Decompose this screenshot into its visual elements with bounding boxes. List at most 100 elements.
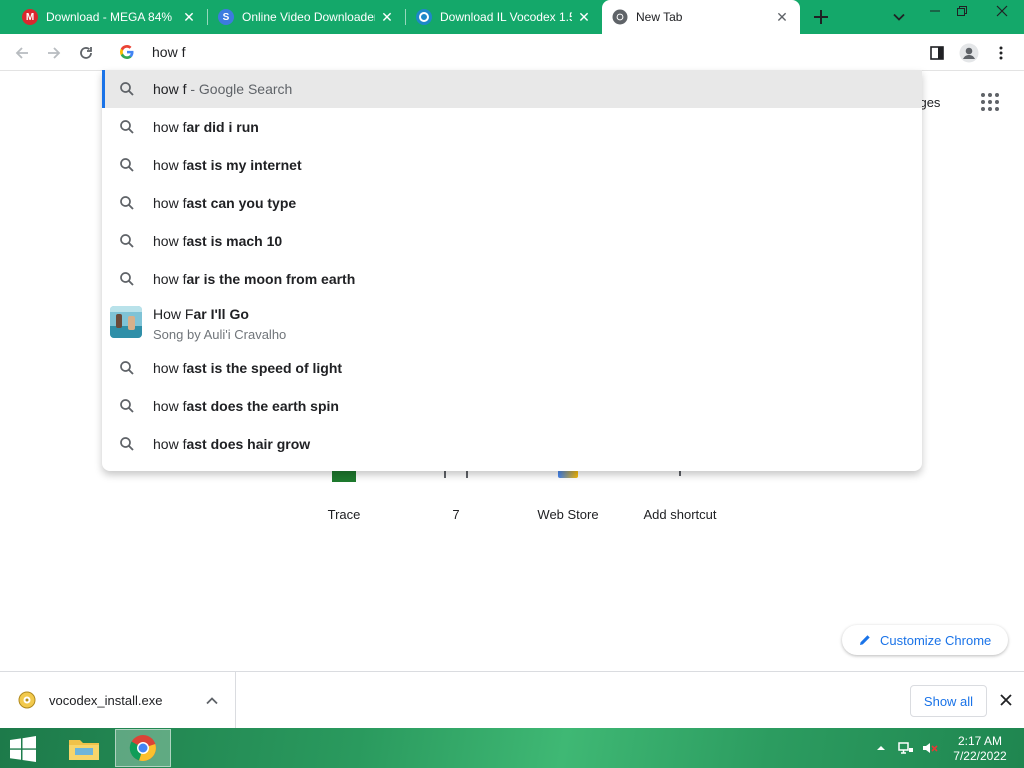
mega-icon: M (22, 9, 38, 25)
search-icon (119, 398, 135, 414)
google-icon (119, 44, 135, 65)
download-item[interactable]: vocodex_install.exe (0, 672, 236, 729)
google-apps-button[interactable] (978, 90, 1002, 114)
chrome-icon (612, 9, 628, 25)
tab-vocodex-download[interactable]: Download IL Vocodex 1.5 ✕ (406, 0, 602, 34)
suggestion-text: how fast can you type (153, 195, 297, 211)
pencil-icon (858, 633, 872, 647)
tab-search-button[interactable] (890, 8, 908, 26)
suggestion-entity[interactable]: How Far I'll Go Song by Auli'i Cravalho (102, 298, 922, 354)
profile-button[interactable] (958, 42, 980, 64)
suggestion-search-google[interactable]: how f - Google Search (102, 70, 922, 108)
taskbar-chrome[interactable] (115, 729, 171, 767)
chrome-icon (129, 735, 156, 762)
taskbar-clock[interactable]: 2:17 AM 7/22/2022 (948, 734, 1012, 764)
suggestion-item[interactable]: how fast is my internet (102, 146, 922, 184)
avatar-icon (959, 43, 979, 63)
vocodex-icon (416, 9, 432, 25)
folder-icon (69, 740, 99, 760)
network-icon[interactable] (898, 740, 914, 756)
shortcut-label-7[interactable]: 7 (400, 507, 512, 522)
suggestion-text: how fast is mach 10 (153, 233, 283, 249)
start-button[interactable] (8, 736, 38, 762)
tab-mega-download[interactable]: M Download - MEGA 84% ✕ (12, 0, 207, 34)
close-window-button[interactable] (980, 0, 1024, 22)
back-button[interactable] (9, 40, 35, 66)
restore-button[interactable] (947, 0, 977, 22)
search-icon (119, 195, 135, 211)
shortcut-label-add[interactable]: Add shortcut (624, 507, 736, 522)
tab-title: Online Video Downloader (242, 10, 375, 24)
tab-close-icon[interactable]: ✕ (774, 9, 790, 25)
tab-close-icon[interactable]: ✕ (576, 9, 592, 25)
suggestion-item[interactable]: how far is the moon from earth (102, 260, 922, 298)
shortcut-label-trace[interactable]: Trace (288, 507, 400, 522)
tab-title: Download IL Vocodex 1.5 (440, 10, 572, 24)
customize-chrome-button[interactable]: Customize Chrome (842, 625, 1008, 655)
search-icon (119, 119, 135, 135)
forward-button[interactable] (41, 40, 67, 66)
suggestion-text: how fast is the speed of light (153, 360, 343, 376)
suggestion-text: how far is the moon from earth (153, 271, 356, 287)
volume-muted-icon[interactable] (922, 740, 938, 756)
chevron-up-icon[interactable] (204, 693, 220, 709)
search-icon (119, 360, 135, 376)
suggestion-text: how far did i run (153, 119, 259, 135)
suggestion-text: how fast is my internet (153, 157, 302, 173)
arrow-left-icon (15, 47, 28, 59)
download-shelf: vocodex_install.exe Show all (0, 671, 1024, 729)
song-thumbnail (110, 306, 142, 338)
web-store-tile (558, 470, 578, 478)
reload-icon (80, 47, 92, 59)
search-icon (119, 233, 135, 249)
new-tab-button[interactable] (810, 6, 832, 28)
tab-close-icon[interactable]: ✕ (379, 9, 395, 25)
apps-grid-icon (981, 93, 999, 111)
search-icon (119, 157, 135, 173)
menu-button[interactable] (990, 42, 1012, 64)
minimize-icon (930, 10, 940, 12)
s-icon: S (218, 9, 234, 25)
suggestion-item[interactable]: how fast does hair grow (102, 425, 922, 463)
clock-date: 7/22/2022 (953, 749, 1007, 763)
suggestion-item[interactable]: how fast is the speed of light (102, 349, 922, 387)
close-shelf-icon[interactable] (997, 691, 1015, 709)
omnibox[interactable] (102, 34, 922, 71)
installer-icon (18, 691, 36, 709)
omnibox-suggestions: how f - Google Search how far did i run … (102, 70, 922, 471)
show-all-button[interactable]: Show all (910, 685, 987, 717)
tab-new-tab[interactable]: New Tab ✕ (602, 0, 800, 34)
tab-online-video-downloader[interactable]: S Online Video Downloader ✕ (208, 0, 405, 34)
reload-button[interactable] (73, 40, 99, 66)
show-hidden-icons-icon[interactable] (873, 740, 889, 756)
suggestion-item[interactable]: how far did i run (102, 108, 922, 146)
suggestion-text: how fast does hair grow (153, 436, 311, 452)
download-file-name: vocodex_install.exe (49, 693, 163, 708)
search-icon (119, 81, 135, 97)
minimize-button[interactable] (920, 0, 950, 22)
windows-logo-icon (10, 736, 36, 762)
suggestion-text: how f - Google Search (153, 81, 293, 97)
close-icon (996, 5, 1008, 17)
taskbar-file-explorer[interactable] (56, 729, 112, 767)
tab-close-icon[interactable]: ✕ (181, 9, 197, 25)
side-panel-button[interactable] (926, 42, 948, 64)
plus-icon (814, 10, 828, 24)
tab-title: New Tab (636, 10, 683, 24)
tab-title: Download - MEGA 84% (46, 10, 173, 24)
windows-taskbar: 2:17 AM 7/22/2022 (0, 728, 1024, 768)
suggestion-subtitle: Song by Auli'i Cravalho (153, 327, 287, 342)
chevron-down-icon (893, 13, 905, 21)
customize-label: Customize Chrome (880, 632, 992, 648)
search-icon (119, 436, 135, 452)
suggestion-item[interactable]: how fast does the earth spin (102, 387, 922, 425)
omnibox-input[interactable] (152, 41, 852, 63)
search-icon (119, 271, 135, 287)
clock-time: 2:17 AM (957, 734, 1003, 748)
shortcut-label-web-store[interactable]: Web Store (512, 507, 624, 522)
kebab-menu-icon (999, 46, 1003, 60)
tab-strip: M Download - MEGA 84% ✕ S Online Video D… (0, 0, 1024, 34)
suggestion-item[interactable]: how fast is mach 10 (102, 222, 922, 260)
arrow-right-icon (48, 47, 61, 59)
suggestion-item[interactable]: how fast can you type (102, 184, 922, 222)
